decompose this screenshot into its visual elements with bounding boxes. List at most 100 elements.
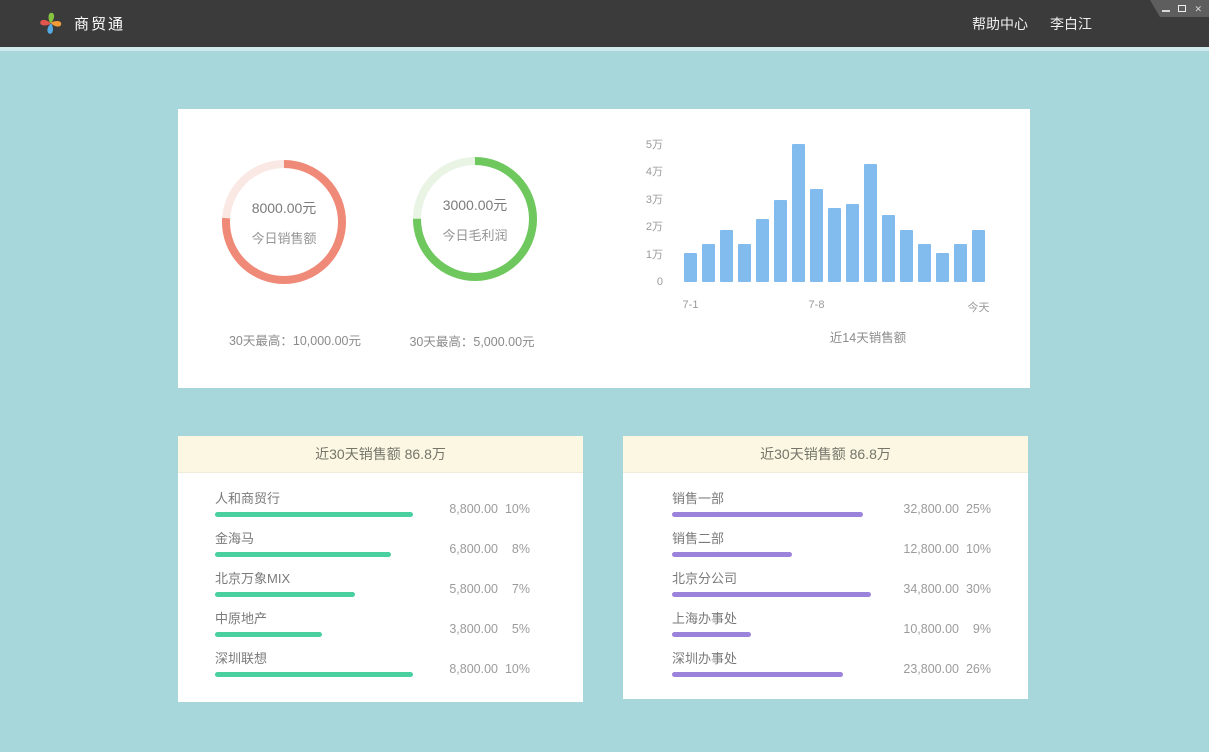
row-percent: 7%: [498, 582, 530, 596]
row-amount: 8,800.00: [449, 662, 498, 676]
bar: [972, 230, 985, 282]
customer-rows: 人和商贸行8,800.0010%金海马6,800.008%北京万象MIX5,80…: [178, 473, 583, 689]
row-amount: 8,800.00: [449, 502, 498, 516]
user-menu[interactable]: 李白江: [1050, 14, 1092, 34]
x-axis-label: 今天: [957, 299, 1001, 315]
bar: [792, 144, 805, 282]
bar-chart-caption: 近14天销售额: [758, 327, 978, 346]
list-row: 深圳办事处23,800.0026%: [672, 649, 991, 689]
row-value: 6,800.008%: [449, 542, 530, 556]
today-sales-gauge: 8000.00元 今日销售额: [220, 158, 348, 286]
today-profit-label: 今日毛利润: [442, 225, 507, 244]
row-progress-bar: [672, 672, 843, 677]
row-value: 3,800.005%: [449, 622, 530, 636]
maximize-icon: [1178, 5, 1186, 12]
row-percent: 8%: [498, 542, 530, 556]
bar: [684, 253, 697, 282]
row-amount: 32,800.00: [903, 502, 959, 516]
titlebar-nav: 帮助中心 李白江: [972, 14, 1092, 34]
row-progress-bar: [672, 632, 751, 637]
help-center-link[interactable]: 帮助中心: [972, 14, 1028, 34]
row-value: 34,800.0030%: [903, 582, 991, 596]
row-percent: 10%: [498, 502, 530, 516]
titlebar-highlight-strip: [0, 47, 1209, 51]
row-percent: 25%: [959, 502, 991, 516]
row-progress-bar: [215, 672, 413, 677]
bar: [882, 215, 895, 282]
overview-card: 8000.00元 今日销售额 30天最高：10,000.00元 3000.00元…: [178, 109, 1030, 388]
y-axis-tick: 1万: [633, 248, 663, 262]
list-row: 销售二部12,800.0010%: [672, 529, 991, 569]
bar: [756, 219, 769, 282]
list-row: 中原地产3,800.005%: [215, 609, 530, 649]
y-axis-tick: 4万: [633, 165, 663, 179]
y-axis-tick: 2万: [633, 220, 663, 234]
bar: [720, 230, 733, 282]
today-sales-value: 8000.00元: [252, 198, 317, 218]
bar: [936, 253, 949, 282]
row-amount: 5,800.00: [449, 582, 498, 596]
row-value: 8,800.0010%: [449, 502, 530, 516]
minimize-button[interactable]: [1162, 3, 1170, 15]
y-axis-tick: 3万: [633, 193, 663, 207]
y-axis-tick: 0: [633, 275, 663, 289]
row-value: 32,800.0025%: [903, 502, 991, 516]
row-percent: 30%: [959, 582, 991, 596]
list-row: 深圳联想8,800.0010%: [215, 649, 530, 689]
x-axis-label: 7-8: [795, 299, 839, 311]
title-bar: 商贸通 帮助中心 李白江 ✕: [0, 0, 1209, 47]
y-axis-tick: 5万: [633, 138, 663, 152]
today-sales-label: 今日销售额: [251, 228, 316, 247]
app-logo-icon: [38, 10, 64, 37]
today-profit-gauge: 3000.00元 今日毛利润: [411, 155, 539, 283]
row-amount: 6,800.00: [449, 542, 498, 556]
minimize-icon: [1162, 10, 1170, 12]
list-row: 金海马6,800.008%: [215, 529, 530, 569]
app-title: 商贸通: [74, 13, 125, 34]
bar: [738, 244, 751, 282]
row-amount: 34,800.00: [903, 582, 959, 596]
department-sales-card: 近30天销售额 86.8万 销售一部32,800.0025%销售二部12,800…: [623, 436, 1028, 699]
x-axis-label: 7-1: [669, 299, 713, 311]
today-profit-value: 3000.00元: [443, 195, 508, 215]
bar: [774, 200, 787, 282]
bar: [954, 244, 967, 282]
customer-sales-card: 近30天销售额 86.8万 人和商贸行8,800.0010%金海马6,800.0…: [178, 436, 583, 702]
row-progress-bar: [672, 512, 863, 517]
row-amount: 10,800.00: [903, 622, 959, 636]
row-progress-bar: [672, 592, 871, 597]
row-value: 8,800.0010%: [449, 662, 530, 676]
row-value: 23,800.0026%: [903, 662, 991, 676]
bar: [864, 164, 877, 282]
bar: [846, 204, 859, 282]
list-row: 销售一部32,800.0025%: [672, 489, 991, 529]
profit-30d-max-caption: 30天最高：5,000.00元: [362, 331, 582, 350]
row-progress-bar: [215, 552, 391, 557]
bar: [810, 189, 823, 282]
row-percent: 10%: [959, 542, 991, 556]
list-row: 北京万象MIX5,800.007%: [215, 569, 530, 609]
department-card-title: 近30天销售额 86.8万: [623, 436, 1028, 473]
bar: [918, 244, 931, 282]
department-rows: 销售一部32,800.0025%销售二部12,800.0010%北京分公司34,…: [623, 473, 1028, 689]
list-row: 北京分公司34,800.0030%: [672, 569, 991, 609]
row-percent: 26%: [959, 662, 991, 676]
row-progress-bar: [215, 632, 322, 637]
sales-14d-bar-chart: 近14天销售额 5万 4万 3万 2万 1万 0 7-1 7-8 今天: [633, 127, 1030, 387]
window-controls: ✕: [1150, 0, 1209, 17]
row-amount: 3,800.00: [449, 622, 498, 636]
row-progress-bar: [672, 552, 792, 557]
row-value: 12,800.0010%: [903, 542, 991, 556]
row-amount: 23,800.00: [903, 662, 959, 676]
bar: [702, 244, 715, 282]
row-progress-bar: [215, 592, 355, 597]
bar-chart-plot: [684, 144, 985, 282]
row-percent: 5%: [498, 622, 530, 636]
bar: [828, 208, 841, 282]
maximize-button[interactable]: [1178, 3, 1186, 15]
customer-card-title: 近30天销售额 86.8万: [178, 436, 583, 473]
close-button[interactable]: ✕: [1194, 3, 1202, 15]
row-progress-bar: [215, 512, 413, 517]
row-value: 5,800.007%: [449, 582, 530, 596]
list-row: 人和商贸行8,800.0010%: [215, 489, 530, 529]
